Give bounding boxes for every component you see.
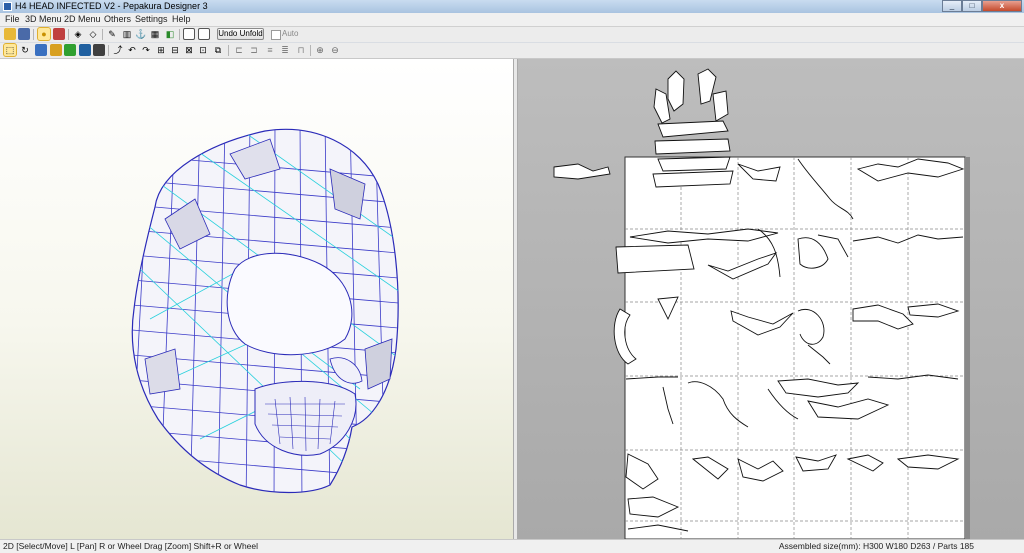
toolbar-separator: [68, 29, 69, 40]
toolbar-separator: [108, 45, 109, 56]
menu-others[interactable]: Others: [104, 13, 131, 26]
zoom-icon[interactable]: ↷: [140, 44, 152, 56]
open-icon[interactable]: [4, 28, 16, 40]
flap-edit-icon[interactable]: ⊠: [183, 44, 195, 56]
flip-icon[interactable]: ◧: [164, 28, 176, 40]
zoom-out-icon[interactable]: ⊖: [329, 44, 341, 56]
toolbar-separator: [33, 29, 34, 40]
menu-3d[interactable]: 3D Menu: [25, 13, 62, 26]
view-2d[interactable]: [518, 59, 1024, 539]
status-assembled-size: Assembled size(mm): H300 W180 D263 / Par…: [778, 541, 974, 551]
unfold-sheet: [553, 68, 970, 539]
save-icon[interactable]: [18, 28, 30, 40]
close-button[interactable]: x: [982, 0, 1022, 12]
text-icon[interactable]: ≣: [279, 44, 291, 56]
distribute-icon[interactable]: ⊓: [295, 44, 307, 56]
menu-help[interactable]: Help: [172, 13, 191, 26]
toolbar-separator: [228, 45, 229, 56]
view-3d[interactable]: [0, 59, 514, 539]
rotate-part-icon[interactable]: ⤴: [112, 44, 124, 56]
app-icon: [3, 2, 12, 11]
rotate-icon[interactable]: ↻: [19, 44, 31, 56]
menu-2d[interactable]: 2D Menu: [64, 13, 101, 26]
menu-settings[interactable]: Settings: [135, 13, 168, 26]
cylinder-icon[interactable]: ▥: [121, 28, 133, 40]
joint-icon[interactable]: [64, 44, 76, 56]
join-icon[interactable]: ⊟: [169, 44, 181, 56]
undo-icon[interactable]: ↶: [126, 44, 138, 56]
toolbar-main: ● ◈ ◇ ✎ ▥ ⚓ ▦ ◧ Undo Unfold Auto: [0, 27, 1024, 42]
align-right-icon[interactable]: ≡: [264, 44, 276, 56]
pencil-icon[interactable]: ✎: [106, 28, 118, 40]
skull-mesh: [131, 128, 399, 494]
undo-unfold-button[interactable]: Undo Unfold: [217, 28, 264, 40]
status-bar: 2D [Select/Move] L [Pan] R or Wheel Drag…: [0, 539, 1024, 553]
cube-icon[interactable]: [53, 28, 65, 40]
toolbar-2d: ⬚ ↻ ⤴ ↶ ↷ ⊞ ⊟ ⊠ ⊡ ⧉ ⊏ ⊐ ≡ ≣ ⊓ ⊕ ⊖: [0, 43, 1024, 59]
minimize-button[interactable]: _: [942, 0, 962, 12]
fold-icon[interactable]: ◈: [72, 28, 84, 40]
window-title: H4 HEAD INFECTED V2 - Pepakura Designer …: [15, 1, 208, 11]
window-icon[interactable]: [183, 28, 195, 40]
maximize-button[interactable]: □: [962, 0, 982, 12]
align-left-icon[interactable]: ⊏: [233, 44, 245, 56]
window-split-icon[interactable]: [198, 28, 210, 40]
align-center-icon[interactable]: ⊐: [248, 44, 260, 56]
anchor-icon[interactable]: ⚓: [135, 28, 147, 40]
lightbulb-icon[interactable]: ●: [37, 27, 51, 41]
select-icon[interactable]: ⬚: [3, 43, 17, 57]
edge-icon[interactable]: ⊡: [197, 44, 209, 56]
link-icon[interactable]: ⧉: [212, 44, 224, 56]
auto-checkbox[interactable]: [271, 30, 281, 40]
texture-icon[interactable]: ▦: [149, 28, 161, 40]
toolbar-separator: [102, 29, 103, 40]
parts-icon[interactable]: [50, 44, 62, 56]
window-controls: _ □ x: [942, 0, 1022, 12]
status-help-text: 2D [Select/Move] L [Pan] R or Wheel Drag…: [3, 541, 259, 551]
move-icon[interactable]: [93, 44, 105, 56]
toolbar-separator: [310, 45, 311, 56]
color-icon[interactable]: [79, 44, 91, 56]
zoom-in-icon[interactable]: ⊕: [314, 44, 326, 56]
title-bar: H4 HEAD INFECTED V2 - Pepakura Designer …: [0, 0, 1024, 13]
toolbar-separator: [179, 29, 180, 40]
flap-icon[interactable]: ⊞: [155, 44, 167, 56]
menu-bar: File 3D Menu 2D Menu Others Settings Hel…: [0, 13, 1024, 27]
image-icon[interactable]: [35, 44, 47, 56]
menu-file[interactable]: File: [5, 13, 20, 26]
auto-label: Auto: [282, 29, 299, 38]
unfold-icon[interactable]: ◇: [87, 28, 99, 40]
